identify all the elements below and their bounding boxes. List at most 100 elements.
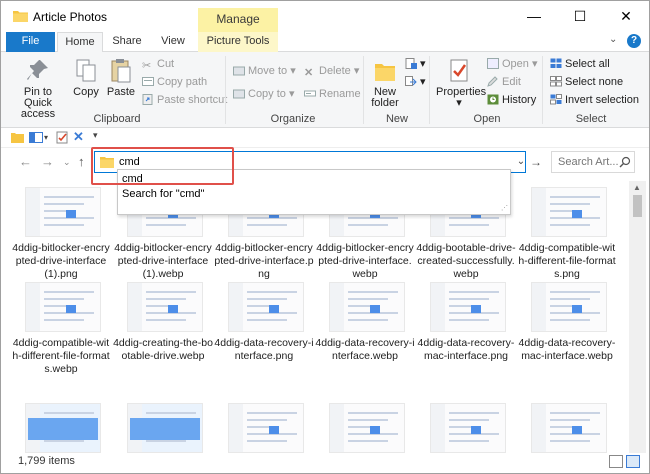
invert-selection-icon (550, 94, 562, 105)
paste-button[interactable]: Paste (105, 58, 137, 98)
rename-icon (304, 90, 316, 97)
qat-dropdown-icon[interactable]: ▾ (44, 133, 48, 142)
recent-locations-chevron-icon[interactable]: ⌄ (63, 157, 71, 168)
scroll-up-icon[interactable]: ▲ (633, 183, 641, 192)
large-icons-view-icon[interactable] (626, 455, 640, 468)
file-list: 4ddig-bitlocker-encrypted-drive-interfac… (1, 181, 629, 453)
open-label: Open (502, 58, 529, 70)
properties-icon (450, 59, 468, 82)
ribbon-expand-chevron-icon[interactable]: ⌄ (609, 34, 617, 45)
delete-icon[interactable]: ✕ (73, 129, 84, 145)
new-folder-button[interactable]: New folder (367, 58, 403, 109)
ribbon-divider (542, 56, 543, 124)
file-thumbnail (329, 403, 405, 453)
tab-home[interactable]: Home (57, 32, 103, 53)
help-icon[interactable]: ? (627, 34, 641, 48)
file-name: 4ddig-data-recovery-interface.webp (315, 337, 415, 362)
cut-button[interactable]: ✂ Cut (142, 56, 174, 72)
copy-path-button[interactable]: Copy path (142, 74, 207, 90)
search-input[interactable] (558, 155, 618, 169)
move-to-label: Move to (248, 65, 288, 77)
tab-picture-tools[interactable]: Picture Tools (198, 32, 278, 52)
easy-access-icon (405, 76, 417, 86)
file-name: 4ddig-bitlocker-encrypted-drive-interfac… (12, 242, 110, 280)
file-name: 4ddig-compatible-with-different-file-for… (12, 337, 110, 375)
copy-path-icon (142, 77, 154, 86)
file-name: 4ddig-data-recovery-interface.png (214, 337, 314, 362)
edit-icon (487, 76, 498, 87)
new-item-icon (405, 58, 417, 69)
copy-button[interactable]: Copy (71, 58, 101, 98)
tab-share[interactable]: Share (106, 32, 148, 52)
maximize-button[interactable]: ☐ (557, 1, 603, 32)
file-thumbnail (25, 282, 101, 332)
file-name: 4ddig-bitlocker-encrypted-drive-interfac… (214, 242, 314, 280)
file-thumbnail (430, 282, 506, 332)
open-button[interactable]: Open ▾ (487, 56, 538, 72)
paste-shortcut-button[interactable]: Paste shortcut (142, 92, 227, 108)
properties-pane-icon[interactable] (29, 132, 43, 143)
new-item-button[interactable]: ▾ (405, 56, 426, 72)
go-arrow-icon[interactable]: → (530, 152, 544, 172)
search-icon[interactable] (619, 156, 631, 168)
select-none-icon (550, 76, 562, 87)
tab-file[interactable]: File (6, 32, 55, 52)
delete-button[interactable]: ✕ Delete ▾ (304, 63, 359, 79)
suggestion-item[interactable]: Search for "cmd" (122, 187, 204, 202)
rename-button[interactable]: Rename (304, 86, 361, 102)
copy-to-label: Copy to (248, 88, 286, 100)
copy-icon (76, 59, 96, 82)
select-none-button[interactable]: Select none (550, 74, 623, 90)
address-dropdown-chevron-icon[interactable]: ⌄ (515, 153, 527, 171)
title-bar: Article Photos Manage — ☐ ✕ (1, 1, 649, 32)
folder-icon (11, 133, 24, 143)
history-button[interactable]: History (487, 92, 536, 108)
file-name: 4ddig-bitlocker-encrypted-drive-interfac… (114, 242, 212, 280)
minimize-button[interactable]: — (511, 1, 557, 32)
ribbon-tabs: File Home Share View Picture Tools ⌄ ? (1, 32, 649, 53)
new-group-label: New (385, 113, 408, 125)
tab-view[interactable]: View (152, 32, 194, 52)
copy-to-button[interactable]: Copy to ▾ (233, 86, 295, 102)
new-folder-label: New folder (371, 86, 399, 109)
vertical-scrollbar[interactable]: ▲ (629, 181, 646, 453)
file-thumbnail (228, 403, 304, 453)
move-to-button[interactable]: Move to ▾ (233, 63, 296, 79)
details-view-icon[interactable] (609, 455, 623, 468)
invert-selection-button[interactable]: Invert selection (550, 92, 639, 108)
file-name: 4ddig-data-recovery-mac-interface.png (417, 337, 515, 362)
edit-label: Edit (502, 76, 521, 88)
edit-button[interactable]: Edit (487, 74, 521, 90)
new-folder-icon (375, 64, 395, 81)
properties-check-icon[interactable] (56, 131, 69, 144)
customize-qat-icon[interactable]: ▾ (93, 130, 98, 141)
ribbon-divider (225, 56, 226, 124)
scrollbar-thumb[interactable] (633, 195, 642, 217)
forward-arrow-icon[interactable]: → (41, 154, 54, 169)
up-arrow-icon[interactable]: ↑ (78, 154, 85, 169)
tab-manage[interactable]: Manage (198, 8, 278, 32)
pin-icon (27, 60, 48, 80)
file-thumbnail (25, 403, 101, 453)
search-box[interactable] (551, 151, 635, 173)
file-thumbnail (430, 403, 506, 453)
file-name: 4ddig-bitlocker-encrypted-drive-interfac… (316, 242, 414, 280)
copy-path-label: Copy path (157, 76, 208, 88)
file-thumbnail (531, 187, 607, 237)
history-icon (487, 94, 499, 105)
file-name: 4ddig-creating-the-bootable-drive.webp (113, 337, 213, 362)
explorer-window: Article Photos Manage — ☐ ✕ File Home Sh… (0, 0, 650, 474)
easy-access-button[interactable]: ▾ (405, 74, 426, 90)
highlight-annotation (91, 147, 234, 185)
paste-icon (111, 59, 131, 83)
ribbon: Pin to Quick access Copy Paste ✂ Cut Copy… (1, 52, 649, 128)
select-all-icon (550, 58, 562, 68)
properties-button[interactable]: Properties ▾ (436, 58, 486, 109)
close-button[interactable]: ✕ (603, 1, 649, 32)
quick-access-toolbar: ▾ ✕ ▾ (1, 128, 649, 148)
file-thumbnail (25, 187, 101, 237)
select-all-button[interactable]: Select all (550, 56, 610, 72)
back-arrow-icon[interactable]: ← (19, 154, 32, 169)
pin-to-quick-access-button[interactable]: Pin to Quick access (9, 58, 67, 120)
resize-grip-icon[interactable]: ⋰ (501, 204, 508, 212)
